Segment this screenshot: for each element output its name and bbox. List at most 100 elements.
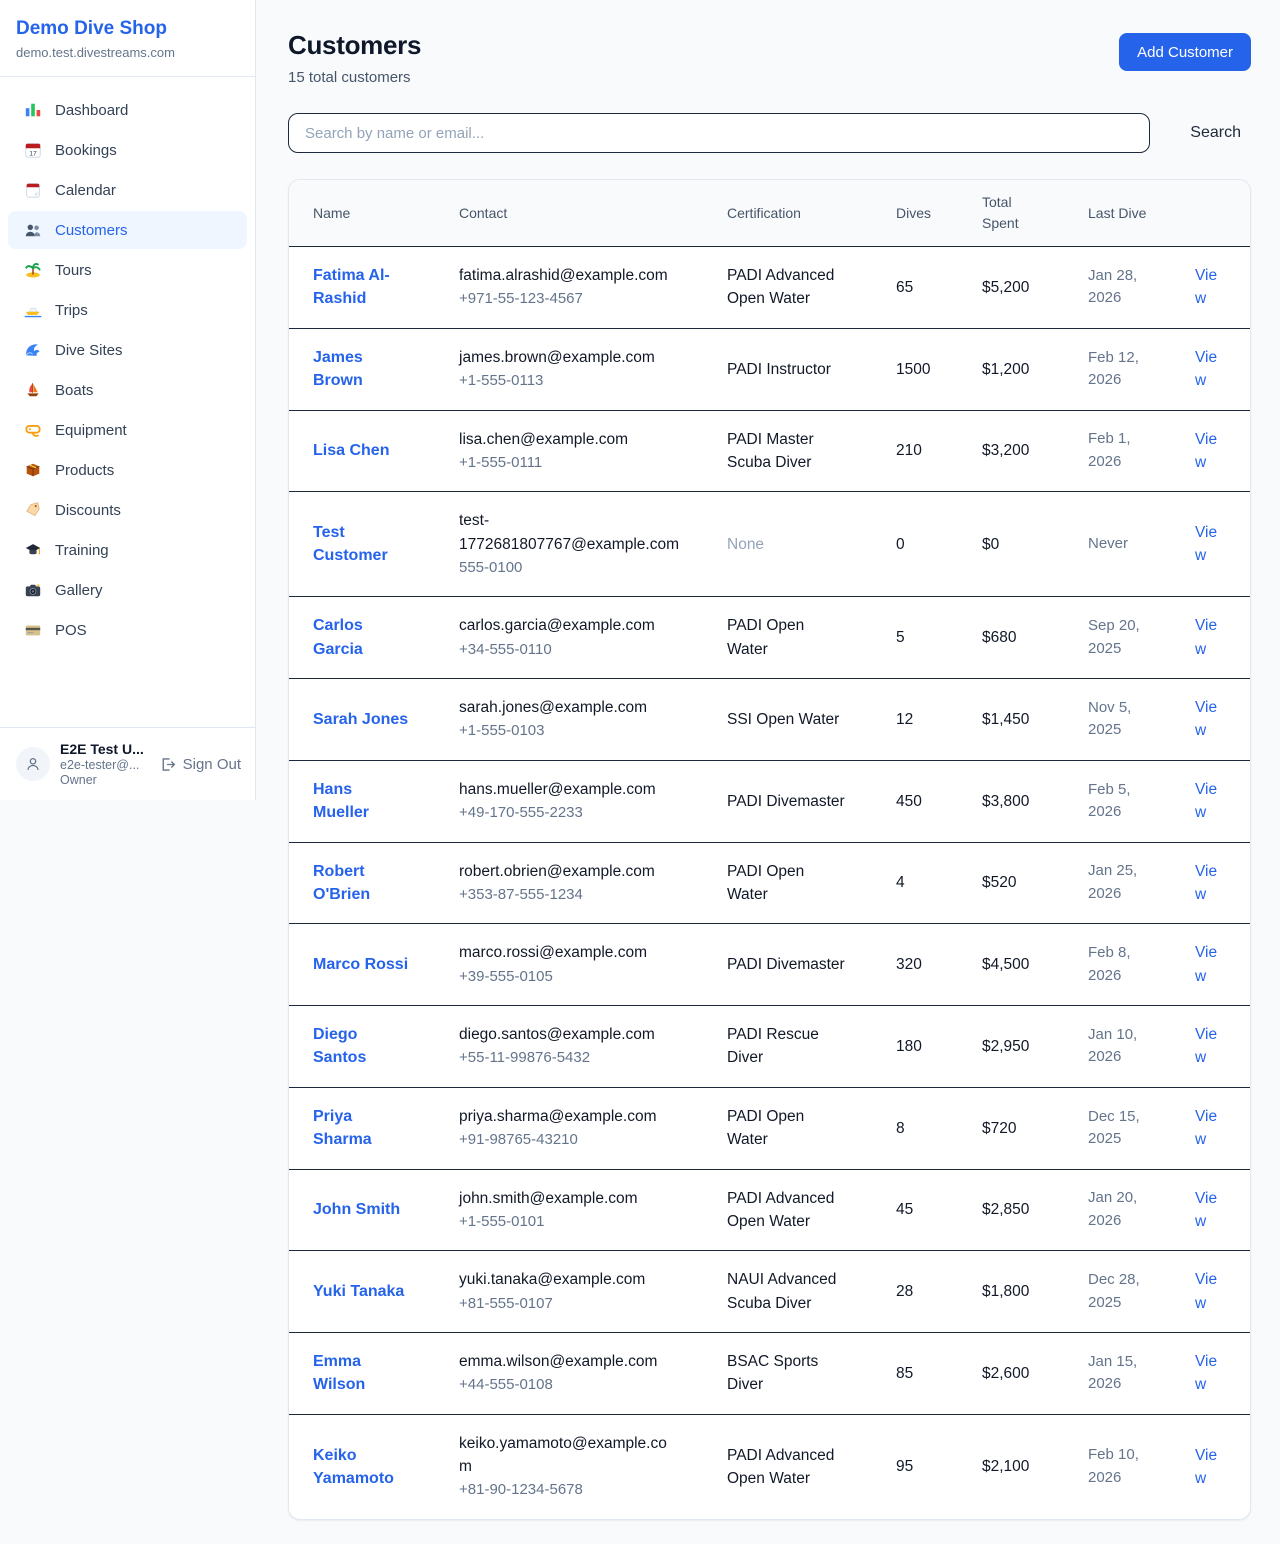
last-dive-cell: Jan 20, 2026 [1064,1169,1171,1251]
view-customer-link[interactable]: View [1195,781,1217,821]
view-customer-link[interactable]: View [1195,863,1217,903]
user-name: E2E Test U... [60,741,149,757]
total-spent-cell: $2,100 [958,1414,1064,1519]
table-row: Test Customer test-1772681807767@example.… [289,492,1251,597]
sidebar-item-tours[interactable]: Tours [8,251,247,289]
customer-email: diego.santos@example.com [459,1023,679,1046]
customer-name-link[interactable]: Sarah Jones [313,711,408,728]
certification-cell: PADI Open Water [703,842,872,924]
sidebar-item-boats[interactable]: Boats [8,371,247,409]
sidebar-item-label: POS [55,622,87,639]
customer-name-link[interactable]: Priya Sharma [313,1108,372,1148]
contact-cell: emma.wilson@example.com+44-555-0108 [435,1333,703,1415]
view-customer-link[interactable]: View [1195,1353,1217,1393]
total-spent-cell: $5,200 [958,247,1064,329]
add-customer-button[interactable]: Add Customer [1119,33,1251,71]
sidebar-item-discounts[interactable]: Discounts [8,491,247,529]
customer-name-link[interactable]: Fatima Al-Rashid [313,267,390,307]
customer-name-link[interactable]: John Smith [313,1201,400,1218]
table-row: Marco Rossi marco.rossi@example.com+39-55… [289,924,1251,1006]
customer-name-link[interactable]: Test Customer [313,524,388,564]
search-button[interactable]: Search [1180,118,1251,148]
certification-cell: SSI Open Water [703,679,872,761]
name-cell: John Smith [289,1169,435,1251]
name-cell: Yuki Tanaka [289,1251,435,1333]
dives-cell: 8 [872,1087,958,1169]
contact-cell: fatima.alrashid@example.com+971-55-123-4… [435,247,703,329]
customer-name-link[interactable]: James Brown [313,349,363,389]
table-row: Lisa Chenlisa.chen@example.com+1-555-011… [289,410,1251,492]
customer-email: test-1772681807767@example.com [459,509,679,556]
table-row: Emma Wilson emma.wilson@example.com+44-55… [289,1333,1251,1415]
pos-icon [24,621,42,639]
view-customer-link[interactable]: View [1195,699,1217,739]
dives-cell: 1500 [872,328,958,410]
view-customer-link[interactable]: View [1195,1026,1217,1066]
sidebar-item-trips[interactable]: Trips [8,291,247,329]
customer-phone: +1-555-0103 [459,720,679,743]
sign-out-button[interactable]: Sign Out [159,756,241,773]
view-customer-link[interactable]: View [1195,431,1217,471]
sidebar-item-products[interactable]: Products [8,451,247,489]
view-customer-link[interactable]: View [1195,944,1217,984]
view-customer-link[interactable]: View [1195,1108,1217,1148]
customer-email: fatima.alrashid@example.com [459,264,679,287]
name-cell: Priya Sharma [289,1087,435,1169]
column-header-name: Name [289,180,435,247]
view-customer-link[interactable]: View [1195,1447,1217,1487]
customer-name-link[interactable]: Carlos Garcia [313,617,363,657]
training-icon [24,541,42,559]
search-input[interactable] [288,113,1150,153]
sidebar-item-label: Dive Sites [55,342,123,359]
avatar [16,747,50,781]
customer-name-link[interactable]: Robert O'Brien [313,863,370,903]
contact-cell: john.smith@example.com+1-555-0101 [435,1169,703,1251]
sidebar-item-label: Tours [55,262,92,279]
customer-name-link[interactable]: Lisa Chen [313,442,389,459]
table-row: James Brownjames.brown@example.com+1-555… [289,328,1251,410]
view-customer-link[interactable]: View [1195,267,1217,307]
customer-name-link[interactable]: Hans Mueller [313,781,369,821]
customer-phone: +39-555-0105 [459,966,679,989]
table-row: Priya Sharmapriya.sharma@example.com+91-… [289,1087,1251,1169]
last-dive-cell: Dec 28, 2025 [1064,1251,1171,1333]
dives-cell: 4 [872,842,958,924]
customer-name-link[interactable]: Diego Santos [313,1026,366,1066]
certification-cell: None [703,492,872,597]
sidebar-item-label: Gallery [55,582,103,599]
customer-name-link[interactable]: Keiko Yamamoto [313,1447,394,1487]
table-row: Diego Santos diego.santos@example.com+55-… [289,1006,1251,1088]
sidebar-item-training[interactable]: Training [8,531,247,569]
sidebar-item-calendar[interactable]: Calendar [8,171,247,209]
last-dive-cell: Jan 10, 2026 [1064,1006,1171,1088]
sidebar-item-customers[interactable]: Customers [8,211,247,249]
sidebar-item-equipment[interactable]: Equipment [8,411,247,449]
customer-name-link[interactable]: Marco Rossi [313,956,408,973]
view-customer-link[interactable]: View [1195,1271,1217,1311]
total-spent-cell: $720 [958,1087,1064,1169]
customer-phone: +81-555-0107 [459,1293,679,1316]
customer-email: carlos.garcia@example.com [459,614,679,637]
customer-phone: +55-11-99876-5432 [459,1047,679,1070]
sidebar-item-dive-sites[interactable]: Dive Sites [8,331,247,369]
sidebar-item-gallery[interactable]: Gallery [8,571,247,609]
products-icon [24,461,42,479]
view-customer-link[interactable]: View [1195,1190,1217,1230]
view-customer-link[interactable]: View [1195,617,1217,657]
sidebar-item-pos[interactable]: POS [8,611,247,649]
name-cell: Sarah Jones [289,679,435,761]
view-customer-link[interactable]: View [1195,524,1217,564]
name-cell: Lisa Chen [289,410,435,492]
certification-cell: PADI Divemaster [703,924,872,1006]
sidebar-item-dashboard[interactable]: Dashboard [8,91,247,129]
name-cell: Keiko Yamamoto [289,1414,435,1519]
customer-name-link[interactable]: Yuki Tanaka [313,1283,404,1300]
customer-email: marco.rossi@example.com [459,941,679,964]
customer-name-link[interactable]: Emma Wilson [313,1353,365,1393]
name-cell: Test Customer [289,492,435,597]
last-dive-cell: Nov 5, 2025 [1064,679,1171,761]
sidebar-item-bookings[interactable]: 17 Bookings [8,131,247,169]
person-icon [24,755,42,773]
sidebar-item-label: Customers [55,222,128,239]
view-customer-link[interactable]: View [1195,349,1217,389]
